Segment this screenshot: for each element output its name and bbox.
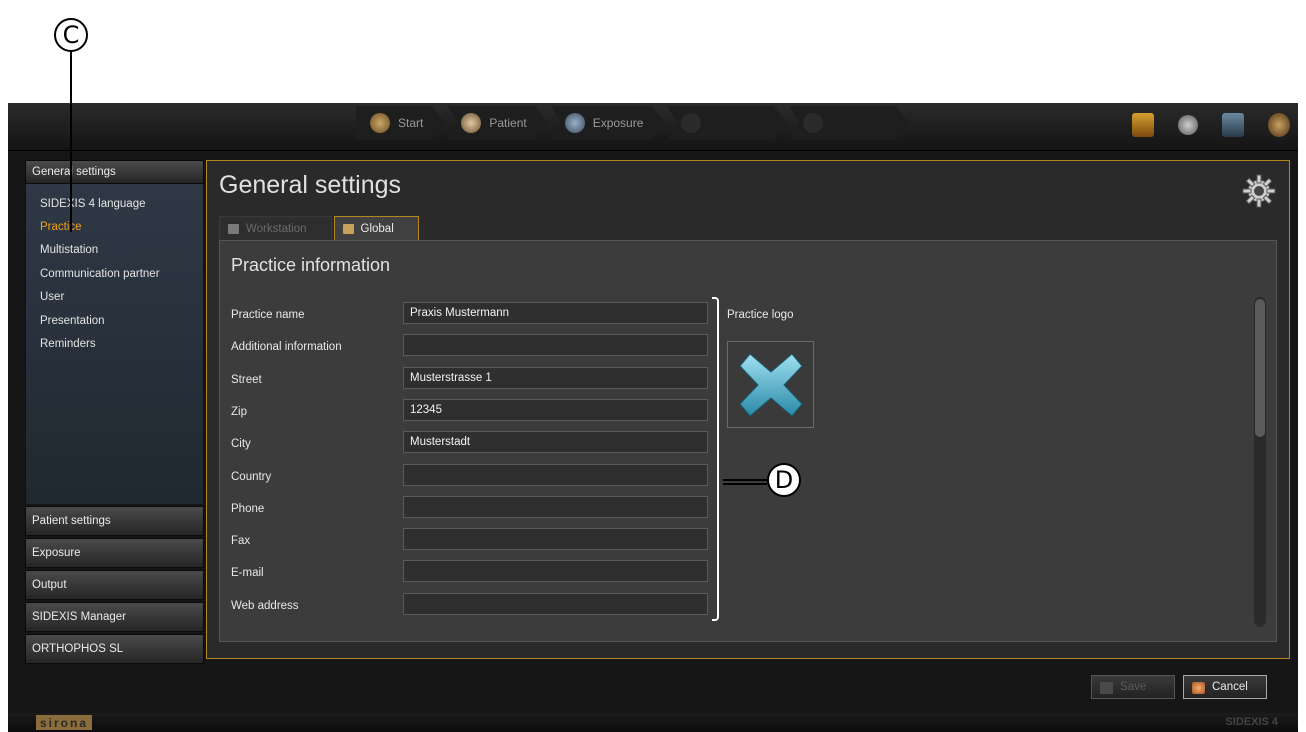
callout-c-line (70, 52, 72, 232)
tab-label: Workstation (246, 222, 307, 235)
city-input[interactable] (403, 431, 708, 453)
workflow-step-label: Start (398, 116, 424, 130)
cancel-button[interactable]: Cancel (1183, 675, 1267, 699)
book-icon[interactable] (1132, 113, 1154, 137)
monitor-icon[interactable] (1222, 113, 1244, 137)
remove-logo-icon[interactable] (738, 352, 804, 418)
user-icon[interactable] (1268, 113, 1290, 137)
category-exposure[interactable]: Exposure (25, 538, 204, 568)
web-address-label: Web address (231, 600, 299, 612)
fax-input[interactable] (403, 528, 708, 550)
section-title: Practice information (231, 255, 391, 275)
cancel-button-label: Cancel (1212, 681, 1248, 693)
sidebar-item-reminders[interactable]: Reminders (26, 332, 203, 355)
scrollbar-thumb[interactable] (1255, 299, 1265, 437)
fax-label: Fax (231, 535, 251, 547)
start-icon (370, 113, 390, 133)
top-bar: Start Patient Exposure (8, 103, 1298, 151)
sidebar-item-presentation[interactable]: Presentation (26, 309, 203, 332)
sidebar-item-practice[interactable]: Practice (26, 215, 203, 238)
additional-information-input[interactable] (403, 334, 708, 356)
category-general-settings[interactable]: General settings (25, 160, 204, 184)
practice-information-panel: Practice information Practice name Addit… (219, 240, 1277, 642)
workflow-bar: Start Patient Exposure (356, 106, 911, 140)
general-settings-panel: SIDEXIS 4 language Practice Multistation… (25, 184, 204, 504)
country-input[interactable] (403, 464, 708, 486)
city-label: City (231, 438, 251, 450)
global-icon (342, 224, 354, 234)
exposure-icon (565, 113, 585, 133)
workflow-step-label: Exposure (592, 116, 644, 130)
zip-input[interactable] (403, 399, 708, 421)
country-label: Country (231, 471, 272, 483)
street-input[interactable] (403, 367, 708, 389)
category-sidexis-manager[interactable]: SIDEXIS Manager (25, 602, 204, 632)
practice-logo-box[interactable] (727, 341, 814, 428)
callout-c: C (54, 18, 88, 52)
disabled-step-icon (681, 113, 701, 133)
tab-workstation[interactable]: Workstation (219, 216, 332, 240)
settings-sidebar: General settings SIDEXIS 4 language Prac… (25, 160, 204, 664)
cancel-icon (1192, 682, 1205, 694)
sidebar-item-language[interactable]: SIDEXIS 4 language (26, 192, 203, 215)
patient-icon (461, 113, 481, 133)
save-button-label: Save (1120, 681, 1147, 693)
workflow-step-exposure[interactable]: Exposure (551, 106, 666, 140)
tab-bar: Workstation Global (219, 216, 421, 240)
street-label: Street (231, 374, 262, 386)
workflow-step-disabled (789, 106, 909, 140)
additional-information-label: Additional information (231, 341, 342, 353)
sidebar-item-multistation[interactable]: Multistation (26, 239, 203, 262)
save-icon (1100, 682, 1113, 694)
web-address-input[interactable] (403, 593, 708, 615)
workflow-step-start[interactable]: Start (356, 106, 445, 140)
category-stack: Patient settings Exposure Output SIDEXIS… (25, 506, 204, 664)
email-input[interactable] (403, 560, 708, 582)
top-icon-bar (1132, 113, 1290, 137)
save-button[interactable]: Save (1091, 675, 1175, 699)
sidebar-item-user[interactable]: User (26, 286, 203, 309)
figure: C D Start Patient Exposure General setti… (0, 0, 1306, 732)
footer-bar: sirona SIDEXIS 4 (8, 713, 1298, 732)
phone-label: Phone (231, 503, 265, 515)
email-label: E-mail (231, 567, 264, 579)
practice-name-label: Practice name (231, 309, 305, 321)
main-panel: General settings Workstation Global Prac… (206, 160, 1290, 659)
product-name: SIDEXIS 4 (1225, 716, 1278, 728)
callout-d-line (723, 479, 767, 481)
tab-label: Global (360, 222, 394, 235)
settings-gear-icon (1242, 174, 1276, 208)
zip-label: Zip (231, 406, 247, 418)
category-output[interactable]: Output (25, 570, 204, 600)
workflow-step-label: Patient (489, 116, 527, 130)
callout-d-bracket (712, 297, 719, 621)
tab-global[interactable]: Global (333, 216, 419, 240)
disabled-step-icon (803, 113, 823, 133)
workflow-step-disabled (667, 106, 787, 140)
category-patient-settings[interactable]: Patient settings (25, 506, 204, 536)
practice-name-input[interactable] (403, 302, 708, 324)
callout-d-line2 (723, 483, 767, 485)
callout-d: D (767, 463, 801, 497)
app-window: Start Patient Exposure General settings … (8, 103, 1298, 732)
workstation-icon (228, 224, 239, 234)
workflow-step-patient[interactable]: Patient (447, 106, 548, 140)
practice-logo-label: Practice logo (727, 309, 794, 321)
page-title: General settings (219, 171, 402, 199)
brand-logo: sirona (36, 715, 93, 730)
vertical-scrollbar[interactable] (1254, 297, 1266, 627)
sidebar-item-communication-partner[interactable]: Communication partner (26, 262, 203, 285)
phone-input[interactable] (403, 496, 708, 518)
category-orthophos-sl[interactable]: ORTHOPHOS SL (25, 634, 204, 664)
gear-icon[interactable] (1178, 115, 1198, 135)
